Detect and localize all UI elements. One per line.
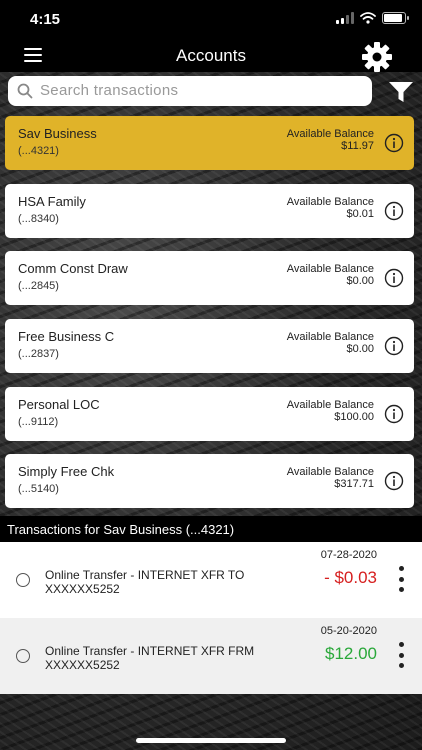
info-icon[interactable]: [384, 471, 404, 491]
transaction-amount: $12.00: [325, 644, 377, 663]
info-icon[interactable]: [384, 404, 404, 424]
search-icon: [17, 83, 33, 99]
account-card[interactable]: Simply Free Chk (...5140) Available Bala…: [5, 454, 414, 508]
info-icon[interactable]: [384, 336, 404, 356]
search-placeholder: Search transactions: [40, 82, 179, 99]
account-number: (...4321): [18, 145, 59, 157]
balance-value: $317.71: [334, 478, 374, 490]
search-bar: Search transactions: [8, 76, 422, 108]
balance-label: Available Balance: [286, 331, 374, 343]
account-name: HSA Family: [18, 194, 86, 209]
info-icon[interactable]: [384, 268, 404, 288]
kebab-icon[interactable]: [398, 566, 404, 592]
transaction-description: Online Transfer - INTERNET XFR FRM XXXXX…: [45, 644, 255, 672]
balance-value: $0.00: [346, 343, 374, 355]
account-number: (...8340): [18, 213, 59, 225]
account-name: Comm Const Draw: [18, 261, 128, 276]
battery-icon: [382, 12, 409, 24]
balance-label: Available Balance: [286, 399, 374, 411]
info-icon[interactable]: [384, 201, 404, 221]
gear-icon[interactable]: [360, 40, 394, 74]
wifi-icon: [360, 12, 376, 24]
account-name: Simply Free Chk: [18, 464, 115, 479]
balance-label: Available Balance: [286, 466, 374, 478]
status-icons: [336, 12, 409, 24]
balance-value: $0.01: [346, 208, 374, 220]
transaction-date: 07-28-2020: [320, 549, 377, 561]
account-name: Personal LOC: [18, 397, 100, 412]
balance-value: $11.97: [341, 140, 374, 152]
home-indicator[interactable]: [136, 738, 286, 743]
page-title: Accounts: [176, 46, 246, 65]
filter-icon[interactable]: [388, 79, 414, 105]
kebab-icon[interactable]: [398, 642, 404, 668]
nav-bar: Accounts: [0, 40, 422, 72]
balance-value: $0.00: [346, 275, 374, 287]
account-number: (...5140): [18, 483, 59, 495]
account-number: (...2837): [18, 348, 59, 360]
transaction-amount: - $0.03: [324, 568, 377, 587]
status-bar: 4:15: [0, 0, 422, 40]
balance-label: Available Balance: [286, 196, 374, 208]
transactions-header: Transactions for Sav Business (...4321): [0, 516, 422, 542]
transaction-row[interactable]: 07-28-2020 Online Transfer - INTERNET XF…: [0, 542, 422, 618]
account-card[interactable]: Free Business C (...2837) Available Bala…: [5, 319, 414, 373]
account-name: Free Business C: [18, 329, 115, 344]
select-radio[interactable]: [16, 573, 30, 587]
transaction-row[interactable]: 05-20-2020 Online Transfer - INTERNET XF…: [0, 618, 422, 694]
account-card[interactable]: HSA Family (...8340) Available Balance $…: [5, 184, 414, 238]
account-card[interactable]: Personal LOC (...9112) Available Balance…: [5, 387, 414, 441]
balance-label: Available Balance: [286, 263, 374, 275]
signal-icon: [336, 12, 354, 24]
account-card[interactable]: Comm Const Draw (...2845) Available Bala…: [5, 251, 414, 305]
account-name: Sav Business: [18, 126, 97, 141]
balance-label: Available Balance: [286, 128, 374, 140]
transaction-description: Online Transfer - INTERNET XFR TO XXXXXX…: [45, 568, 245, 596]
info-icon[interactable]: [384, 133, 404, 153]
account-number: (...2845): [18, 280, 59, 292]
select-radio[interactable]: [16, 649, 30, 663]
transaction-date: 05-20-2020: [320, 625, 377, 637]
account-number: (...9112): [18, 416, 59, 428]
search-input[interactable]: Search transactions: [8, 76, 372, 106]
balance-value: $100.00: [334, 411, 374, 423]
status-time: 4:15: [30, 11, 61, 28]
account-card[interactable]: Sav Business (...4321) Available Balance…: [5, 116, 414, 170]
